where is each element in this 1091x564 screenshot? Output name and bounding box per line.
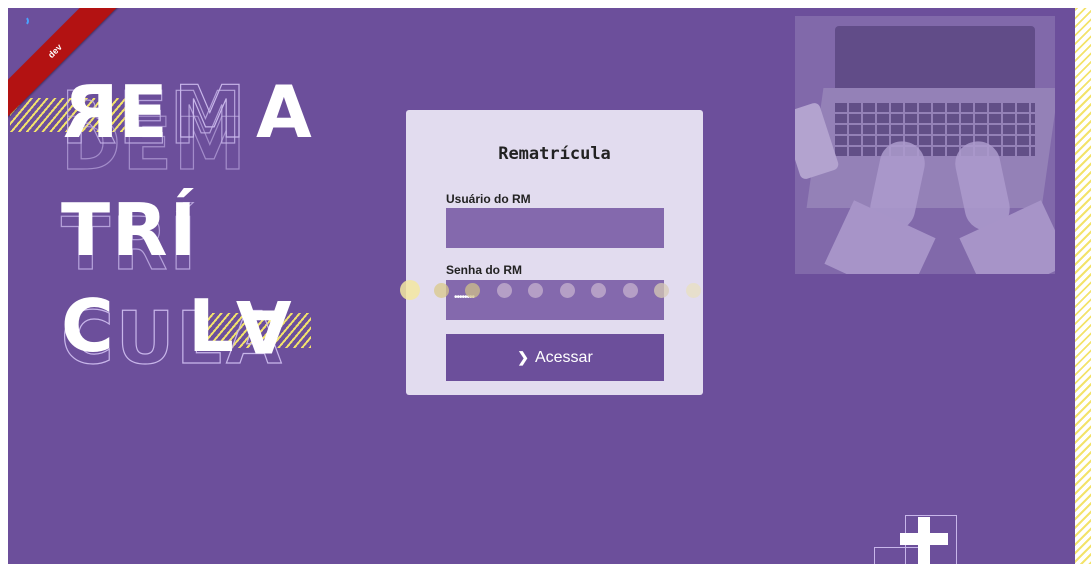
loading-dot: [685, 282, 701, 298]
hero-outline-m: M: [173, 70, 248, 154]
hero-letter-c: C: [61, 284, 116, 368]
loading-dot: [654, 282, 669, 298]
hero-letter-a: A: [256, 70, 314, 154]
loading-dot: [559, 282, 575, 298]
loading-spinner-icon: [19, 16, 29, 26]
loading-dot: [433, 282, 449, 298]
loading-dot: [528, 282, 543, 298]
user-input[interactable]: [446, 208, 664, 248]
submit-button[interactable]: ❯ Acessar: [446, 334, 664, 381]
login-card: Rematrícula Usuário do RM Senha do RM ••…: [406, 110, 703, 395]
loading-dot: [400, 280, 420, 300]
loading-dot: [496, 282, 512, 298]
hero-letters-re: RE: [61, 70, 170, 154]
submit-label: Acessar: [534, 348, 593, 366]
hero-letters-la: LA: [188, 284, 294, 368]
loading-dot: [465, 282, 480, 298]
loading-dot: [591, 282, 606, 298]
login-title: Rematrícula: [498, 144, 611, 164]
plus-outline-decoration-2: [874, 547, 924, 564]
plus-icon-bar: [900, 533, 948, 545]
right-hatch-stripe: [1075, 8, 1091, 564]
password-label: Senha do RM: [446, 263, 523, 277]
user-label: Usuário do RM: [446, 192, 531, 206]
chevron-right-icon: ❯: [517, 349, 529, 365]
loading-dot: [622, 282, 638, 298]
hero-line2: TRÍ: [61, 188, 199, 272]
laptop-photo: [795, 16, 1055, 274]
